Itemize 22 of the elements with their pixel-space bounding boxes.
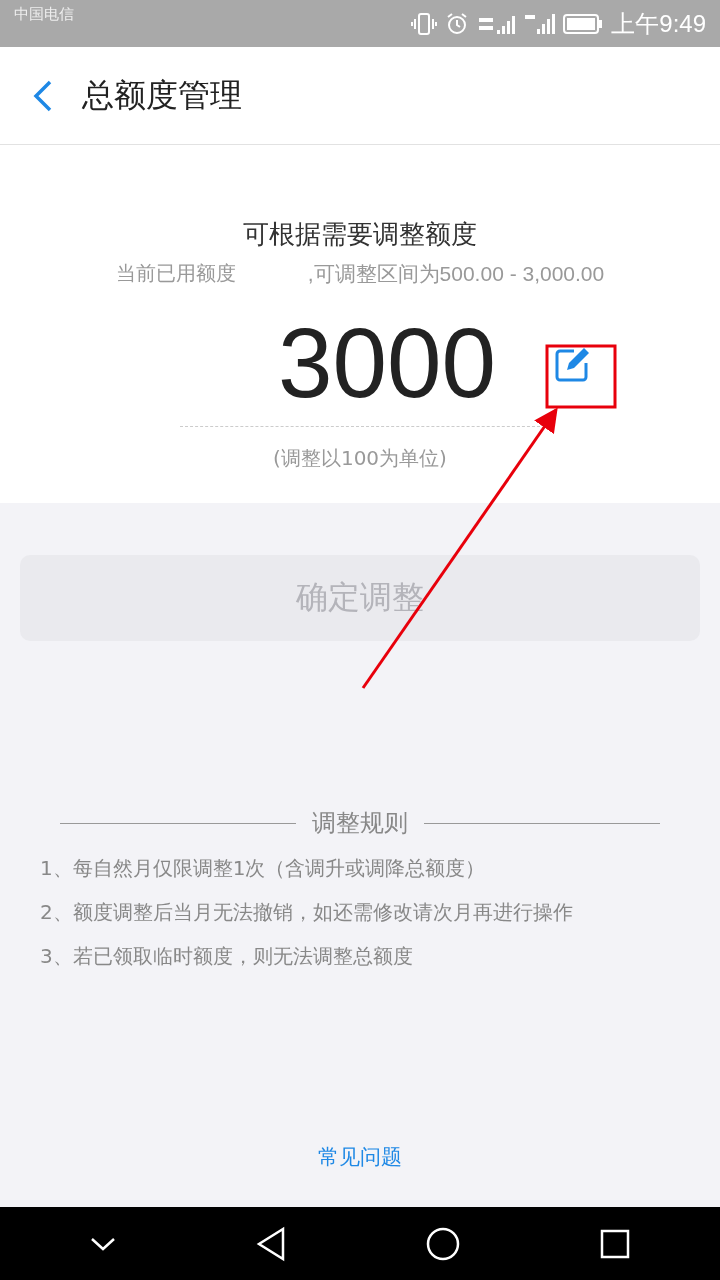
signal-icon (525, 11, 556, 36)
vibrate-icon (411, 10, 438, 37)
amount-value: 3000 (278, 310, 496, 418)
recents-icon[interactable] (599, 1227, 631, 1260)
range-text: ,可调整区间为500.00 - 3,000.00 (307, 261, 605, 287)
clock-time: 上午9:49 (611, 8, 706, 39)
back-icon[interactable] (255, 1225, 287, 1262)
adjust-heading: 可根据需要调整额度 (243, 218, 477, 251)
rule-text: 2、额度调整后当月无法撤销，如还需修改请次月再进行操作 (40, 899, 574, 926)
faq-link[interactable]: 常见问题 (318, 1143, 402, 1171)
rule-text: 3、若已领取临时额度，则无法调整总额度 (40, 943, 414, 970)
rules-title: 调整规则 (312, 808, 408, 839)
unit-hint: (调整以100为单位) (273, 444, 447, 472)
rule-text: 1、每自然月仅限调整1次（含调升或调降总额度） (40, 855, 487, 882)
used-limit-label: 当前已用额度 (115, 260, 236, 287)
carrier-name: 中国电信 (14, 5, 74, 24)
back-button[interactable] (32, 78, 54, 113)
back-icon (32, 78, 54, 113)
battery-icon (563, 12, 604, 35)
home-icon[interactable] (425, 1225, 461, 1262)
highlight-box (545, 344, 617, 409)
page-title: 总额度管理 (82, 74, 242, 116)
